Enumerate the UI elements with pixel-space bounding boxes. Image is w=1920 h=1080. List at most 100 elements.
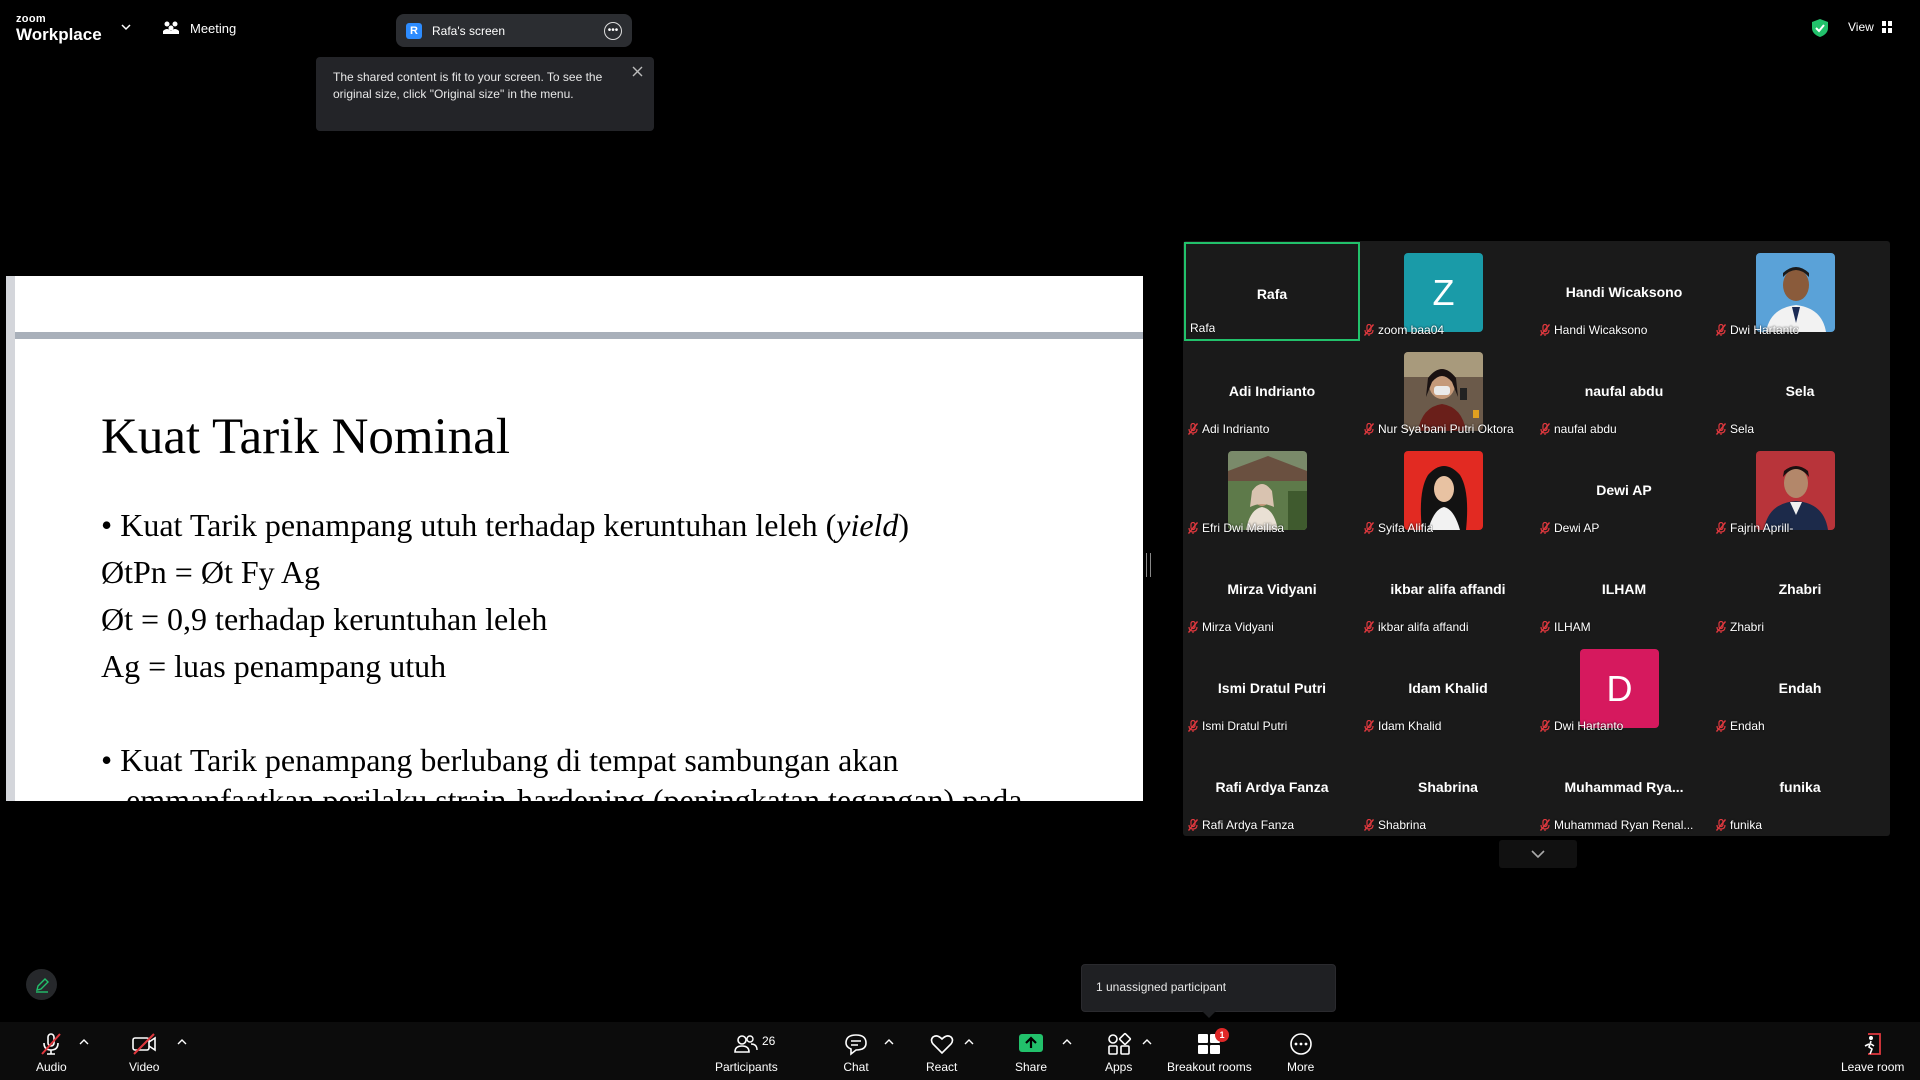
participant-tile[interactable]: Adi Indrianto Adi Indrianto xyxy=(1184,341,1360,440)
more-options-icon[interactable]: ••• xyxy=(604,21,622,40)
heart-icon xyxy=(930,1035,953,1055)
more-label: More xyxy=(1287,1060,1315,1074)
mic-off-icon xyxy=(1540,621,1550,633)
annotate-button[interactable] xyxy=(26,969,57,1000)
participant-name-label: Rafi Ardya Fanza xyxy=(1188,818,1294,832)
resize-splitter[interactable] xyxy=(1146,553,1151,577)
chat-caret-icon[interactable] xyxy=(884,1038,894,1046)
mic-off-icon xyxy=(1188,423,1198,435)
participant-tile[interactable]: Rafi Ardya Fanza Rafi Ardya Fanza xyxy=(1184,737,1360,836)
unassigned-participant-notice[interactable]: 1 unassigned participant xyxy=(1081,964,1336,1018)
shared-screen-content[interactable]: Kuat Tarik Nominal • Kuat Tarik penampan… xyxy=(6,276,1143,801)
participant-tile[interactable]: Nur Sya'bani Putri Oktora xyxy=(1360,341,1536,440)
participant-video xyxy=(1404,352,1483,431)
participant-tile[interactable]: Idam Khalid Idam Khalid xyxy=(1360,638,1536,737)
apps-caret-icon[interactable] xyxy=(1142,1038,1152,1046)
breakout-rooms-button[interactable]: Breakout rooms xyxy=(1167,1032,1252,1074)
gallery-scroll-button[interactable] xyxy=(1499,840,1577,868)
participant-tile[interactable]: ikbar alifa affandi ikbar alifa affandi xyxy=(1360,539,1536,638)
shared-screen-pill[interactable]: R Rafa's screen ••• xyxy=(396,14,632,47)
share-label: Share xyxy=(1015,1060,1048,1074)
share-caret-icon[interactable] xyxy=(1062,1038,1072,1046)
apps-icon xyxy=(1107,1032,1131,1055)
video-caret-icon[interactable] xyxy=(177,1038,187,1046)
mic-off-icon xyxy=(1188,720,1198,732)
participant-tile[interactable]: Mirza Vidyani Mirza Vidyani xyxy=(1184,539,1360,638)
participants-icon xyxy=(734,1035,759,1053)
participant-video xyxy=(1228,451,1307,530)
leave-room-button[interactable]: Leave room xyxy=(1841,1032,1904,1074)
close-icon[interactable] xyxy=(631,65,644,78)
participant-name-label: Nur Sya'bani Putri Oktora xyxy=(1364,422,1514,436)
participant-tile[interactable]: Muhammad Rya... Muhammad Ryan Renal... xyxy=(1536,737,1712,836)
participant-tile[interactable]: Rafa Rafa xyxy=(1184,242,1360,341)
participant-name-label: Dewi AP xyxy=(1540,521,1599,535)
participant-name: Dewi AP xyxy=(1554,521,1600,535)
participant-gallery: Rafa Rafa Zzoom baa04 Handi Wicaksono Handi … xyxy=(1183,241,1890,836)
participant-name: Dwi Hartanto xyxy=(1554,719,1624,733)
slide-divider xyxy=(15,332,1143,339)
zoom-workplace-logo[interactable]: zoom Workplace xyxy=(16,14,102,44)
mic-off-icon xyxy=(1540,522,1550,534)
audio-caret-icon[interactable] xyxy=(79,1038,89,1046)
participant-name-label: Adi Indrianto xyxy=(1188,422,1269,436)
participant-name-label: Shabrina xyxy=(1364,818,1426,832)
video-button[interactable]: Video xyxy=(129,1032,159,1074)
meeting-menu[interactable]: Meeting xyxy=(162,20,236,36)
slide-bullet-2-cont: emmanfaatkan perilaku strain-hardening (… xyxy=(126,782,1023,801)
slide-bullet-1: • Kuat Tarik penampang utuh terhadap ker… xyxy=(101,507,910,543)
participant-tile[interactable]: Syifa Alifia xyxy=(1360,440,1536,539)
participant-name-label: ILHAM xyxy=(1540,620,1591,634)
participant-tile[interactable]: ILHAM ILHAM xyxy=(1536,539,1712,638)
participant-tile[interactable]: Zzoom baa04 xyxy=(1360,242,1536,341)
participant-tile[interactable]: Dewi AP Dewi AP xyxy=(1536,440,1712,539)
participant-name: Mirza Vidyani xyxy=(1202,620,1274,634)
participant-avatar: D xyxy=(1580,649,1659,728)
chevron-down-icon[interactable] xyxy=(121,23,131,31)
shared-screen-label: Rafa's screen xyxy=(432,23,505,38)
meeting-icon xyxy=(163,21,179,34)
participant-tile[interactable]: Efri Dwi Meilisa xyxy=(1184,440,1360,539)
participant-tile[interactable]: Sela Sela xyxy=(1712,341,1888,440)
participant-name-label: Fajrin Aprill- xyxy=(1716,521,1793,535)
participant-video xyxy=(1404,451,1483,530)
participant-tile[interactable]: funika funika xyxy=(1712,737,1888,836)
participant-name: ikbar alifa affandi xyxy=(1378,620,1469,634)
video-label: Video xyxy=(129,1060,160,1074)
shield-check-icon[interactable] xyxy=(1811,18,1829,38)
react-button[interactable]: React xyxy=(926,1032,957,1074)
mic-off-icon xyxy=(1364,621,1374,633)
slide-left-edge xyxy=(6,276,15,801)
more-button[interactable]: More xyxy=(1287,1032,1314,1074)
share-button[interactable]: Share xyxy=(1015,1032,1047,1074)
participant-tile[interactable]: Endah Endah xyxy=(1712,638,1888,737)
participant-tile[interactable]: Handi Wicaksono Handi Wicaksono xyxy=(1536,242,1712,341)
participant-name-label: Muhammad Ryan Renal... xyxy=(1540,818,1693,832)
participant-name-label: Zhabri xyxy=(1716,620,1764,634)
tooltip-text: The shared content is fit to your screen… xyxy=(333,70,603,101)
participant-name: Efri Dwi Meilisa xyxy=(1202,521,1285,535)
chat-icon xyxy=(845,1034,867,1056)
mic-off-icon xyxy=(1540,819,1550,831)
slide-formula-2: Øt = 0,9 terhadap keruntuhan leleh xyxy=(101,601,548,637)
participant-tile[interactable]: Dwi Hartanto xyxy=(1712,242,1888,341)
participant-name: Dwi Hartanto xyxy=(1730,323,1800,337)
meeting-label: Meeting xyxy=(190,20,237,36)
participant-tile[interactable]: Ismi Dratul Putri Ismi Dratul Putri xyxy=(1184,638,1360,737)
participant-tile[interactable]: naufal abdu naufal abdu xyxy=(1536,341,1712,440)
mic-off-icon xyxy=(1364,423,1374,435)
react-caret-icon[interactable] xyxy=(964,1038,974,1046)
mic-off-icon xyxy=(1540,423,1550,435)
participant-tile[interactable]: D Dwi Hartanto xyxy=(1536,638,1712,737)
unassigned-text: 1 unassigned participant xyxy=(1096,980,1227,994)
participant-tile[interactable]: Shabrina Shabrina xyxy=(1360,737,1536,836)
mic-off-icon xyxy=(1188,522,1198,534)
participant-tile[interactable]: Fajrin Aprill- xyxy=(1712,440,1888,539)
brand-large: Workplace xyxy=(16,25,102,44)
participant-tile[interactable]: Zhabri Zhabri xyxy=(1712,539,1888,638)
mic-off-icon xyxy=(1540,324,1550,336)
audio-button[interactable]: Audio xyxy=(36,1032,67,1074)
chat-button[interactable]: Chat xyxy=(843,1032,869,1074)
apps-button[interactable]: Apps xyxy=(1105,1032,1132,1074)
view-button[interactable]: View xyxy=(1848,20,1892,34)
